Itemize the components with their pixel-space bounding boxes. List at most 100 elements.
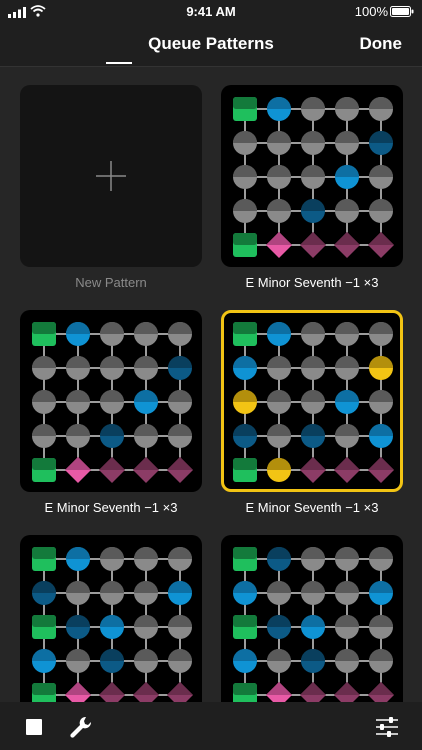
gray-dot[interactable] [335, 649, 359, 673]
gray-dot[interactable] [233, 199, 257, 223]
blue-dot[interactable] [134, 390, 158, 414]
pink-diamond[interactable] [266, 232, 292, 258]
gray-dot[interactable] [66, 390, 90, 414]
gray-dot[interactable] [66, 424, 90, 448]
gray-dot[interactable] [168, 390, 192, 414]
dark-blue-dot[interactable] [301, 649, 325, 673]
yellow-dot[interactable] [267, 458, 291, 482]
wrench-icon[interactable] [68, 714, 94, 740]
blue-dot[interactable] [233, 356, 257, 380]
gray-dot[interactable] [100, 581, 124, 605]
gray-dot[interactable] [134, 581, 158, 605]
gray-dot[interactable] [66, 581, 90, 605]
gray-dot[interactable] [168, 547, 192, 571]
gray-dot[interactable] [369, 165, 393, 189]
gray-dot[interactable] [335, 581, 359, 605]
gray-dot[interactable] [301, 322, 325, 346]
gray-dot[interactable] [369, 199, 393, 223]
plum-diamond[interactable] [133, 457, 159, 483]
gray-dot[interactable] [301, 165, 325, 189]
pattern-tile[interactable] [20, 535, 202, 717]
yellow-dot[interactable] [369, 356, 393, 380]
gray-dot[interactable] [267, 390, 291, 414]
blue-dot[interactable] [335, 165, 359, 189]
plum-diamond[interactable] [334, 457, 360, 483]
gray-dot[interactable] [233, 131, 257, 155]
blue-dot[interactable] [233, 649, 257, 673]
gray-dot[interactable] [369, 649, 393, 673]
gray-dot[interactable] [66, 356, 90, 380]
dark-blue-dot[interactable] [369, 131, 393, 155]
gray-dot[interactable] [233, 165, 257, 189]
pattern-tile[interactable] [221, 85, 403, 267]
dark-blue-dot[interactable] [267, 615, 291, 639]
green-square[interactable] [233, 322, 257, 346]
done-button[interactable]: Done [360, 34, 403, 54]
blue-dot[interactable] [100, 615, 124, 639]
dark-blue-dot[interactable] [301, 424, 325, 448]
blue-dot[interactable] [301, 615, 325, 639]
green-square[interactable] [32, 615, 56, 639]
gray-dot[interactable] [335, 424, 359, 448]
gray-dot[interactable] [134, 615, 158, 639]
gray-dot[interactable] [267, 581, 291, 605]
gray-dot[interactable] [134, 649, 158, 673]
blue-dot[interactable] [369, 581, 393, 605]
gray-dot[interactable] [301, 131, 325, 155]
gray-dot[interactable] [301, 581, 325, 605]
blue-dot[interactable] [32, 649, 56, 673]
plum-diamond[interactable] [368, 232, 394, 258]
blue-dot[interactable] [66, 322, 90, 346]
pink-diamond[interactable] [65, 457, 91, 483]
dark-blue-dot[interactable] [100, 424, 124, 448]
gray-dot[interactable] [66, 649, 90, 673]
blue-dot[interactable] [66, 547, 90, 571]
gray-dot[interactable] [100, 547, 124, 571]
yellow-dot[interactable] [233, 390, 257, 414]
plum-diamond[interactable] [334, 232, 360, 258]
gray-dot[interactable] [335, 356, 359, 380]
plum-diamond[interactable] [167, 457, 193, 483]
gray-dot[interactable] [369, 390, 393, 414]
stop-icon[interactable] [26, 719, 42, 735]
gray-dot[interactable] [369, 547, 393, 571]
gray-dot[interactable] [267, 649, 291, 673]
blue-dot[interactable] [233, 581, 257, 605]
gray-dot[interactable] [335, 322, 359, 346]
gray-dot[interactable] [134, 322, 158, 346]
gray-dot[interactable] [134, 356, 158, 380]
dark-blue-dot[interactable] [168, 356, 192, 380]
dark-blue-dot[interactable] [32, 581, 56, 605]
gray-dot[interactable] [335, 547, 359, 571]
gray-dot[interactable] [168, 322, 192, 346]
gray-dot[interactable] [335, 199, 359, 223]
dark-blue-dot[interactable] [100, 649, 124, 673]
green-square[interactable] [32, 458, 56, 482]
green-square[interactable] [233, 547, 257, 571]
gray-dot[interactable] [134, 424, 158, 448]
gray-dot[interactable] [369, 615, 393, 639]
gray-dot[interactable] [100, 322, 124, 346]
gray-dot[interactable] [267, 356, 291, 380]
blue-dot[interactable] [369, 424, 393, 448]
green-square[interactable] [233, 458, 257, 482]
gray-dot[interactable] [168, 424, 192, 448]
gray-dot[interactable] [100, 356, 124, 380]
sliders-icon[interactable] [374, 714, 400, 740]
gray-dot[interactable] [335, 131, 359, 155]
green-square[interactable] [233, 97, 257, 121]
green-square[interactable] [32, 547, 56, 571]
pattern-tile[interactable] [20, 310, 202, 492]
gray-dot[interactable] [32, 390, 56, 414]
green-square[interactable] [233, 615, 257, 639]
plum-diamond[interactable] [368, 457, 394, 483]
gray-dot[interactable] [369, 322, 393, 346]
gray-dot[interactable] [301, 97, 325, 121]
dark-blue-dot[interactable] [301, 199, 325, 223]
gray-dot[interactable] [100, 390, 124, 414]
gray-dot[interactable] [369, 97, 393, 121]
gray-dot[interactable] [335, 615, 359, 639]
gray-dot[interactable] [134, 547, 158, 571]
pattern-tile-selected[interactable] [221, 310, 403, 492]
plum-diamond[interactable] [99, 457, 125, 483]
